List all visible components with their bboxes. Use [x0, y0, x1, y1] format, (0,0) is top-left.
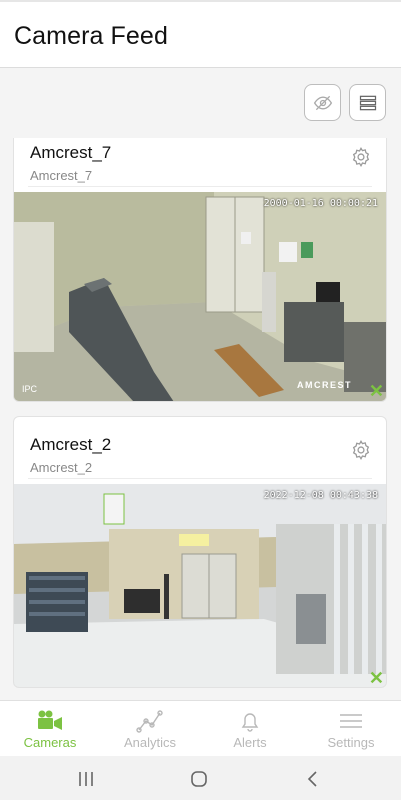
back-icon[interactable] — [302, 768, 324, 790]
nav-label: Settings — [327, 735, 375, 750]
camera-name: Amcrest_7 — [30, 143, 112, 162]
camera-card[interactable]: Amcrest_2 Amcrest_2 2022-12-08 00:43:38 … — [13, 416, 387, 688]
card-divider — [28, 478, 372, 479]
camera-subtitle: Amcrest_2 — [30, 460, 93, 475]
camera-feed-image — [14, 192, 386, 401]
page-title: Camera Feed — [14, 22, 168, 50]
analytics-icon — [136, 710, 163, 733]
feed-overlay-label: IPC — [22, 384, 38, 394]
feed-timestamp: 2000-01-16 00:00:21 — [263, 198, 378, 209]
gear-icon[interactable] — [350, 146, 372, 168]
feed-timestamp: 2022-12-08 00:43:38 — [263, 490, 378, 501]
bottom-navigation: Cameras Analytics Alerts Settings — [0, 700, 401, 756]
close-icon[interactable]: ✕ — [369, 669, 384, 687]
menu-icon — [340, 714, 362, 728]
list-layout-icon — [359, 95, 376, 110]
nav-label: Alerts — [233, 735, 267, 750]
nav-item-analytics[interactable]: Analytics — [100, 701, 200, 757]
hide-cameras-button[interactable] — [304, 84, 341, 121]
layout-toggle-button[interactable] — [349, 84, 386, 121]
close-icon[interactable]: ✕ — [369, 382, 384, 400]
gear-icon[interactable] — [350, 439, 372, 461]
recent-apps-icon[interactable] — [75, 768, 97, 790]
camera-feed-view[interactable]: 2000-01-16 00:00:21 IPC AMCREST ✕ — [14, 192, 386, 401]
app-header: Camera Feed — [0, 2, 401, 68]
feed-brand-watermark: AMCREST — [297, 380, 352, 390]
camera-name: Amcrest_2 — [30, 435, 112, 454]
nav-item-cameras[interactable]: Cameras — [0, 701, 100, 757]
camera-subtitle: Amcrest_7 — [30, 168, 93, 183]
camera-feed-view[interactable]: 2022-12-08 00:43:38 ✕ — [14, 484, 386, 687]
bell-icon — [241, 713, 259, 732]
nav-item-alerts[interactable]: Alerts — [200, 701, 300, 757]
home-icon[interactable] — [188, 768, 210, 790]
camera-card[interactable]: Amcrest_7 Amcrest_7 2000-01-16 00:00:21 — [13, 138, 387, 402]
camera-feed-image — [14, 484, 386, 687]
card-divider — [28, 186, 372, 187]
eye-off-icon — [313, 95, 332, 110]
system-navigation-bar — [0, 756, 401, 800]
nav-label: Analytics — [123, 735, 177, 750]
nav-item-settings[interactable]: Settings — [301, 701, 401, 757]
video-camera-icon — [38, 710, 62, 730]
nav-label: Cameras — [23, 735, 77, 750]
